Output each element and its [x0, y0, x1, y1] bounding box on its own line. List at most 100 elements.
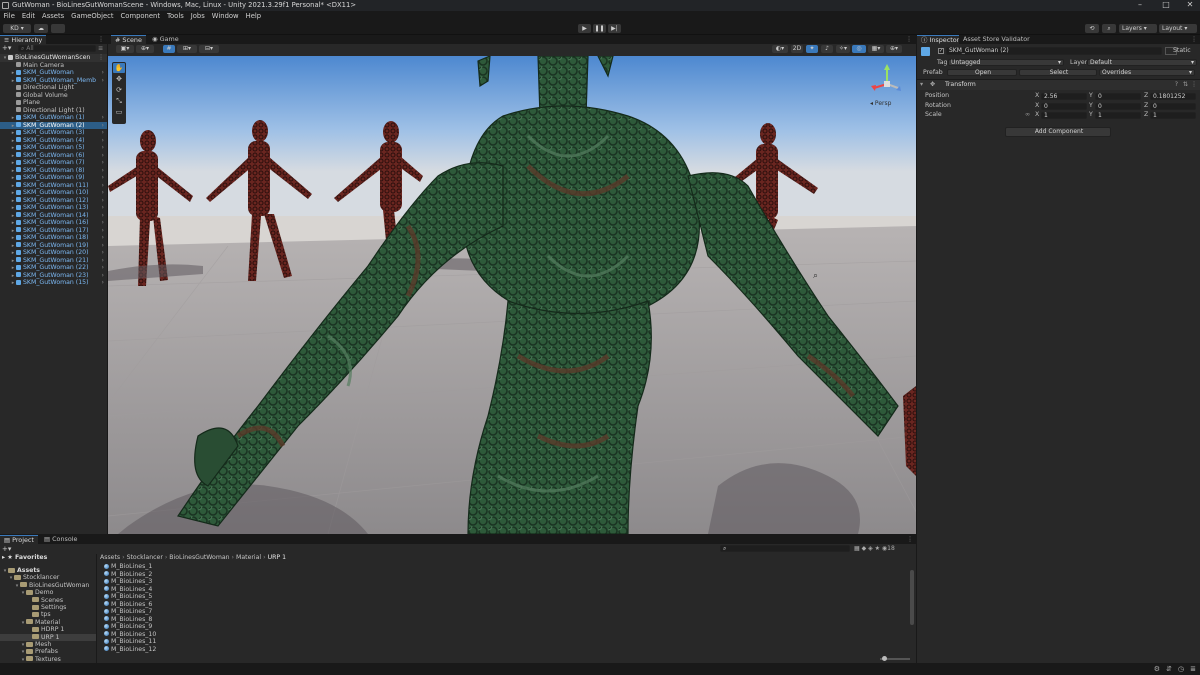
open-prefab-icon[interactable]: ›: [102, 257, 104, 265]
asset-item[interactable]: M_BioLines_8: [104, 616, 404, 624]
open-prefab-icon[interactable]: ›: [102, 279, 104, 287]
hierarchy-item[interactable]: ▸ SKM_GutWoman (5) ›: [0, 144, 107, 152]
project-filter-icons[interactable]: ▦ ◆ ◈ ★ ◉18: [854, 545, 895, 552]
open-prefab-icon[interactable]: ›: [102, 264, 104, 272]
pivot-dropdown[interactable]: ⊕▾: [136, 45, 154, 53]
asset-item[interactable]: M_BioLines_2: [104, 571, 404, 579]
hierarchy-item[interactable]: ▸ SKM_GutWoman (12) ›: [0, 197, 107, 205]
collapse-arrow-icon[interactable]: ▾: [920, 81, 923, 88]
open-prefab-icon[interactable]: ›: [102, 189, 104, 197]
grid-toggle-icon[interactable]: #: [163, 45, 175, 53]
open-prefab-icon[interactable]: ›: [102, 227, 104, 235]
rotate-tool-icon[interactable]: ⟳: [113, 85, 125, 95]
asset-item[interactable]: M_BioLines_5: [104, 593, 404, 601]
scene-viewport[interactable]: ⌕ ✋ ✥ ⟳ ⤡ ▭ ◂ Persp: [108, 56, 916, 534]
asset-item[interactable]: M_BioLines_9: [104, 623, 404, 631]
hierarchy-item[interactable]: ▸ SKM_GutWoman (11) ›: [0, 182, 107, 190]
asset-item[interactable]: M_BioLines_7: [104, 608, 404, 616]
shading-mode-icon[interactable]: ◐▾: [772, 45, 788, 53]
object-name-field[interactable]: SKM_GutWoman (2): [946, 47, 1162, 55]
camera-settings-icon[interactable]: ▦▾: [868, 45, 884, 53]
account-dropdown[interactable]: KD ▾: [3, 24, 31, 33]
layout-dropdown[interactable]: Layout ▾: [1159, 24, 1197, 33]
asset-item[interactable]: M_BioLines_11: [104, 638, 404, 646]
tab-console[interactable]: ▤ Console: [40, 535, 82, 544]
axis-label-x[interactable]: X: [1035, 111, 1039, 119]
open-prefab-icon[interactable]: ›: [102, 242, 104, 250]
axis-label-y[interactable]: Y: [1089, 111, 1093, 119]
position-y-field[interactable]: 0: [1095, 93, 1141, 100]
prefab-overrides-dropdown[interactable]: Overrides ▾: [1099, 69, 1195, 76]
hierarchy-item[interactable]: ▸ SKM_GutWoman_Memb ›: [0, 77, 107, 85]
folder-row[interactable]: Settings: [0, 604, 96, 612]
active-checkbox[interactable]: ✓: [938, 48, 944, 54]
bake-icon[interactable]: ◷: [1178, 665, 1184, 673]
asset-item[interactable]: M_BioLines_1: [104, 563, 404, 571]
hierarchy-item[interactable]: Plane: [0, 99, 107, 107]
asset-item[interactable]: M_BioLines_10: [104, 631, 404, 639]
open-prefab-icon[interactable]: ›: [102, 272, 104, 280]
folder-row[interactable]: ▾ BioLinesGutWoman: [0, 582, 96, 590]
hierarchy-item[interactable]: Directional Light: [0, 84, 107, 92]
rotation-y-field[interactable]: 0: [1095, 102, 1141, 110]
folder-row[interactable]: ▾ Assets: [0, 567, 96, 575]
hierarchy-item[interactable]: ▸ SKM_GutWoman (17) ›: [0, 227, 107, 235]
hierarchy-search-input[interactable]: ⌕ All: [18, 45, 96, 52]
breadcrumb-item[interactable]: Stocklancer: [127, 554, 163, 561]
folder-row[interactable]: ▾ Mesh: [0, 641, 96, 649]
axis-label-y[interactable]: Y: [1089, 102, 1093, 110]
scale-x-field[interactable]: 1: [1041, 112, 1087, 119]
breadcrumb-item[interactable]: Assets: [100, 554, 120, 561]
prefab-select-button[interactable]: Select: [1019, 69, 1097, 76]
favorites-row[interactable]: ▸ ★ Favorites: [0, 554, 96, 562]
asset-item[interactable]: M_BioLines_6: [104, 601, 404, 609]
hierarchy-item[interactable]: ▸ SKM_GutWoman (21) ›: [0, 257, 107, 265]
menu-file[interactable]: File: [0, 11, 18, 22]
add-object-button[interactable]: +▾: [2, 45, 14, 52]
tag-dropdown[interactable]: Untagged ▾: [948, 59, 1064, 66]
project-kebab-icon[interactable]: ⋮: [907, 535, 913, 544]
menu-gameobject[interactable]: GameObject: [68, 11, 117, 22]
open-prefab-icon[interactable]: ›: [102, 159, 104, 167]
hierarchy-item[interactable]: Global Volume: [0, 92, 107, 100]
hierarchy-item[interactable]: ▸ SKM_GutWoman (7) ›: [0, 159, 107, 167]
layer-dropdown[interactable]: Default ▾: [1087, 59, 1197, 66]
hierarchy-item[interactable]: ▸ SKM_GutWoman (6) ›: [0, 152, 107, 160]
open-prefab-icon[interactable]: ›: [102, 174, 104, 182]
transform-header[interactable]: ▾ ✥ Transform ? ⇅ ⋮: [917, 80, 1200, 90]
hierarchy-item[interactable]: ▸ SKM_GutWoman (9) ›: [0, 174, 107, 182]
axis-label-y[interactable]: Y: [1089, 92, 1093, 100]
menu-component[interactable]: Component: [117, 11, 163, 22]
breadcrumb-item[interactable]: URP 1: [268, 554, 286, 561]
effects-toggle-icon[interactable]: ✧▾: [836, 45, 850, 53]
folder-row[interactable]: ▾ Material: [0, 619, 96, 627]
lighting-toggle-icon[interactable]: ✦: [806, 45, 818, 53]
hierarchy-item[interactable]: ▸ SKM_GutWoman ›: [0, 69, 107, 77]
collab-icon[interactable]: [51, 24, 65, 33]
rotation-x-field[interactable]: 0: [1041, 102, 1087, 110]
menu-tools[interactable]: Tools: [164, 11, 188, 22]
open-prefab-icon[interactable]: ›: [102, 122, 104, 130]
hierarchy-item[interactable]: ▸ SKM_GutWoman (22) ›: [0, 264, 107, 272]
prefab-open-button[interactable]: Open: [947, 69, 1017, 76]
tab-project[interactable]: ▤ Project: [0, 535, 38, 544]
maximize-button[interactable]: □: [1156, 0, 1176, 11]
hierarchy-item[interactable]: ▸ SKM_GutWoman (13) ›: [0, 204, 107, 212]
open-prefab-icon[interactable]: ›: [102, 152, 104, 160]
close-button[interactable]: ✕: [1180, 0, 1200, 11]
folder-row[interactable]: Scenes: [0, 597, 96, 605]
rotation-z-field[interactable]: 0: [1150, 102, 1196, 110]
breadcrumb-item[interactable]: BioLinesGutWoman: [169, 554, 229, 561]
open-prefab-icon[interactable]: ›: [102, 137, 104, 145]
hierarchy-item[interactable]: ▸ SKM_GutWoman (18) ›: [0, 234, 107, 242]
folder-row[interactable]: ▾ Prefabs: [0, 648, 96, 656]
open-prefab-icon[interactable]: ›: [102, 167, 104, 175]
axis-label-x[interactable]: X: [1035, 92, 1039, 100]
open-prefab-icon[interactable]: ›: [102, 204, 104, 212]
cloud-icon[interactable]: ☁: [34, 24, 48, 33]
tab-inspector[interactable]: ⓘ Inspector: [917, 35, 964, 44]
gizmos-dropdown[interactable]: ⊕▾: [886, 45, 902, 53]
tab-scene[interactable]: # Scene: [111, 35, 146, 44]
open-prefab-icon[interactable]: ›: [102, 129, 104, 137]
folder-row[interactable]: ▾ Demo: [0, 589, 96, 597]
